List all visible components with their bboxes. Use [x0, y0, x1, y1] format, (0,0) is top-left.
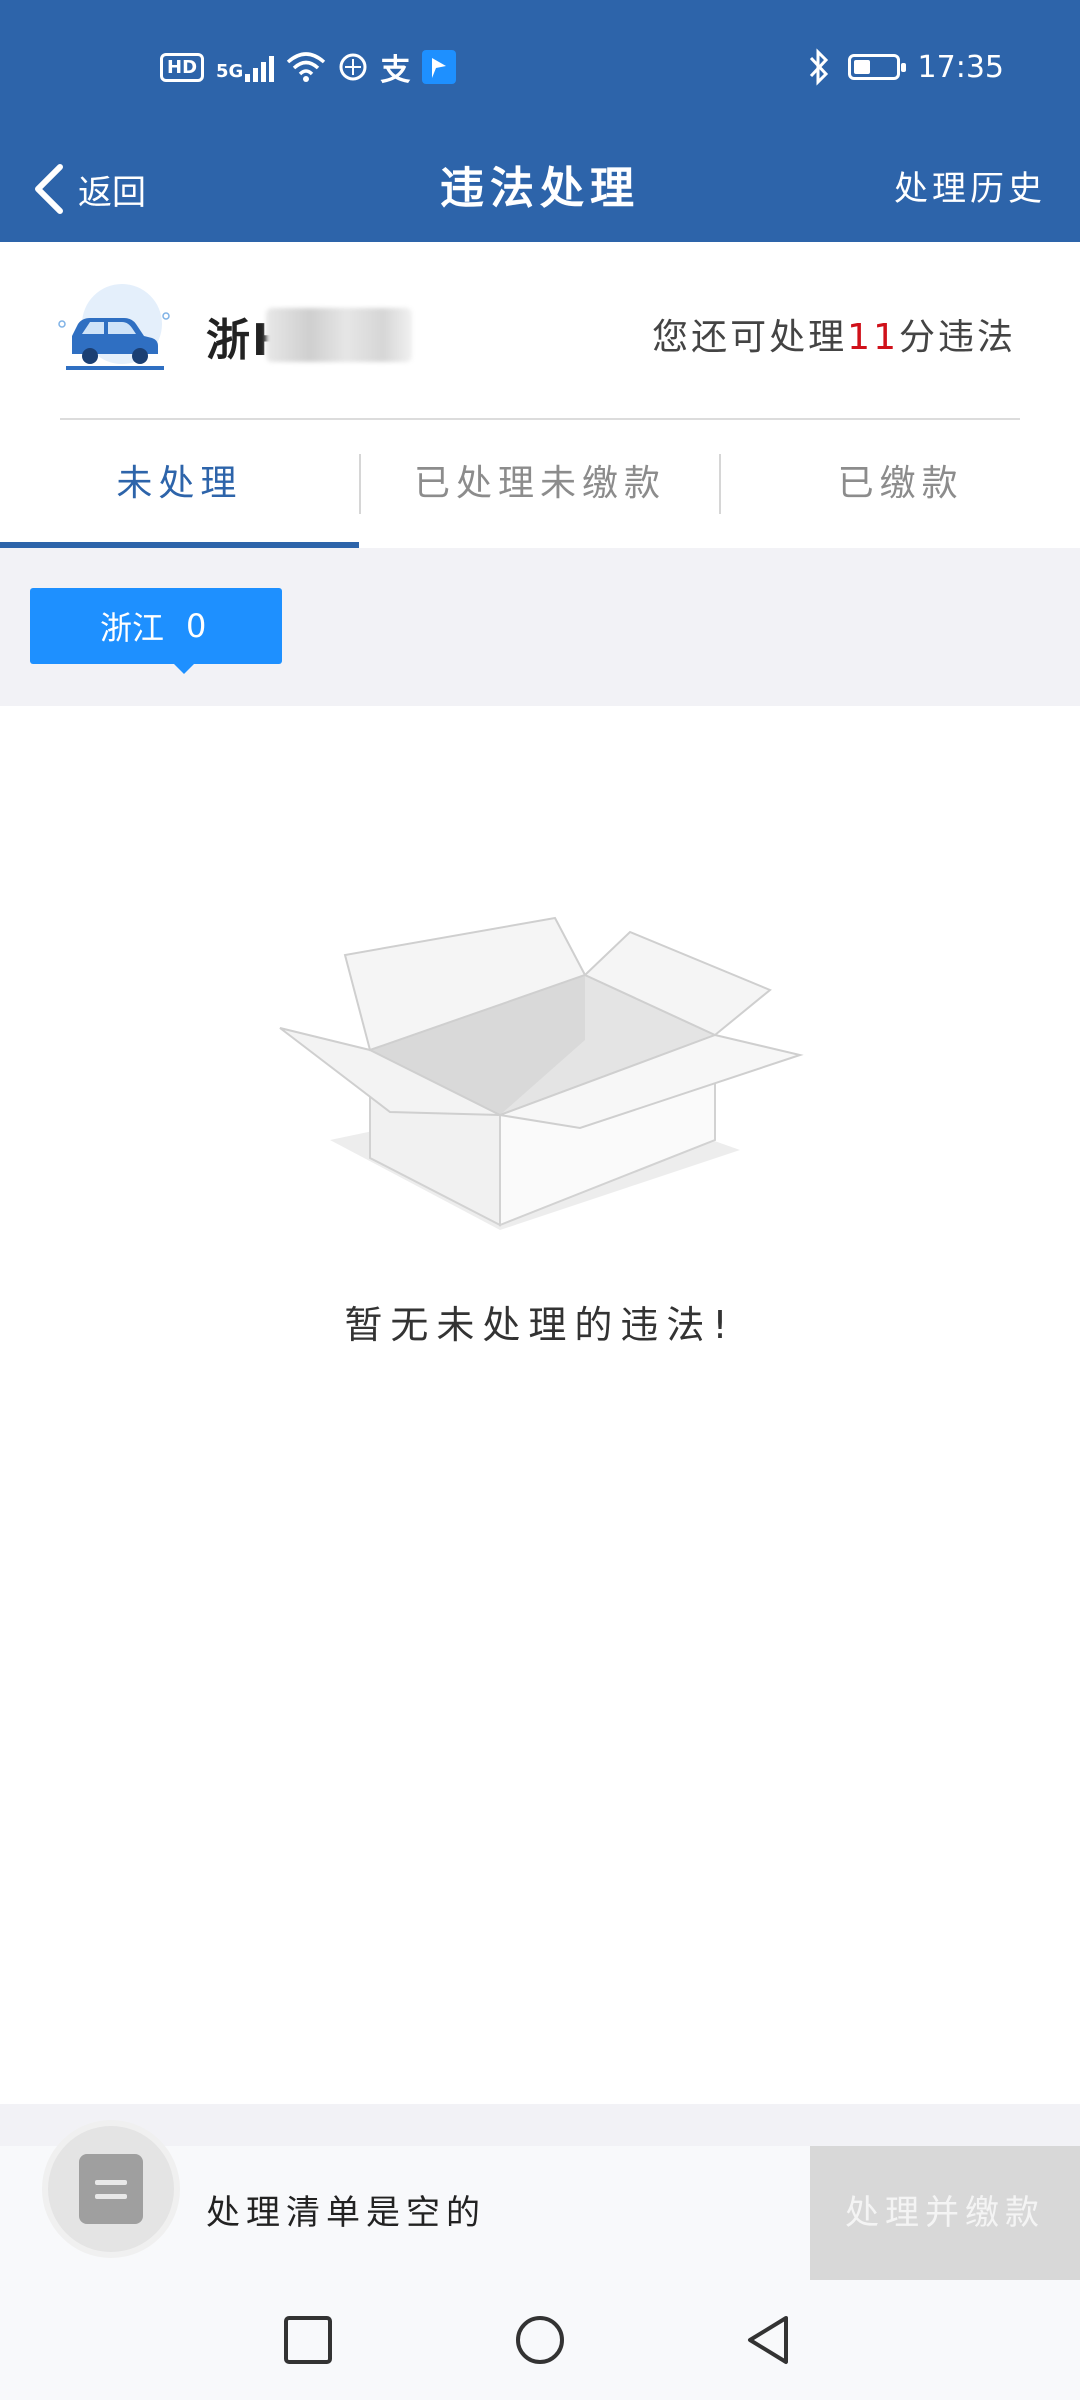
status-bar: HD 5G 支 17:35	[0, 0, 1080, 136]
history-button[interactable]: 处理历史	[894, 136, 1046, 242]
battery-level	[853, 60, 870, 74]
hd-icon: HD	[160, 52, 205, 82]
tab-processed-unpaid[interactable]: 已处理未缴款	[361, 420, 720, 548]
region-name: 浙江	[100, 609, 165, 647]
wifi-icon	[287, 52, 326, 82]
region-count: 0	[186, 607, 207, 645]
vehicle-info: 浙H 您还可处理11分违法	[0, 242, 1080, 420]
empty-box-illustration	[279, 916, 804, 1230]
tab-unprocessed[interactable]: 未处理	[0, 420, 359, 548]
system-nav-bar	[0, 2280, 1080, 2400]
cart-button[interactable]	[48, 2126, 174, 2252]
clock: 17:35	[917, 49, 1004, 85]
quota-prefix: 您还可处理	[652, 317, 848, 358]
points-quota: 您还可处理11分违法	[652, 308, 1016, 360]
processing-cart-bar: 处理清单是空的 处理并缴款	[0, 2126, 1080, 2280]
region-filter-bar: 浙江 0	[0, 548, 1080, 706]
quota-suffix: 分违法	[898, 317, 1016, 358]
nav-bar: 返回 违法处理 处理历史	[0, 136, 1080, 242]
recent-apps-icon[interactable]	[282, 2314, 334, 2366]
status-left-icons: HD 5G 支	[160, 42, 457, 92]
status-right-icons: 17:35	[808, 42, 1004, 92]
plate-redacted-area	[266, 308, 412, 362]
quota-points: 11	[847, 317, 899, 358]
car-icon	[58, 284, 170, 370]
home-icon[interactable]	[514, 2314, 566, 2366]
tab-paid[interactable]: 已缴款	[721, 420, 1080, 548]
back-nav-icon[interactable]	[742, 2314, 794, 2366]
alipay-icon: 支	[380, 53, 411, 88]
bottom-separator	[0, 2104, 1080, 2146]
data-saver-icon	[339, 53, 367, 81]
signal-5g-icon: 5G	[216, 52, 275, 82]
empty-state-message: 暂无未处理的违法!	[344, 1303, 736, 1347]
status-tabs: 未处理 已处理未缴款 已缴款	[0, 420, 1080, 548]
bluetooth-icon	[809, 48, 828, 86]
app-notification-icon	[422, 50, 457, 84]
network-label: 5G	[216, 61, 244, 82]
document-list-icon	[79, 2154, 143, 2224]
battery-icon	[847, 54, 906, 80]
region-chip-zhejiang[interactable]: 浙江 0	[30, 588, 282, 674]
cart-status-text: 处理清单是空的	[206, 2193, 486, 2233]
process-and-pay-button[interactable]: 处理并缴款	[810, 2146, 1080, 2280]
